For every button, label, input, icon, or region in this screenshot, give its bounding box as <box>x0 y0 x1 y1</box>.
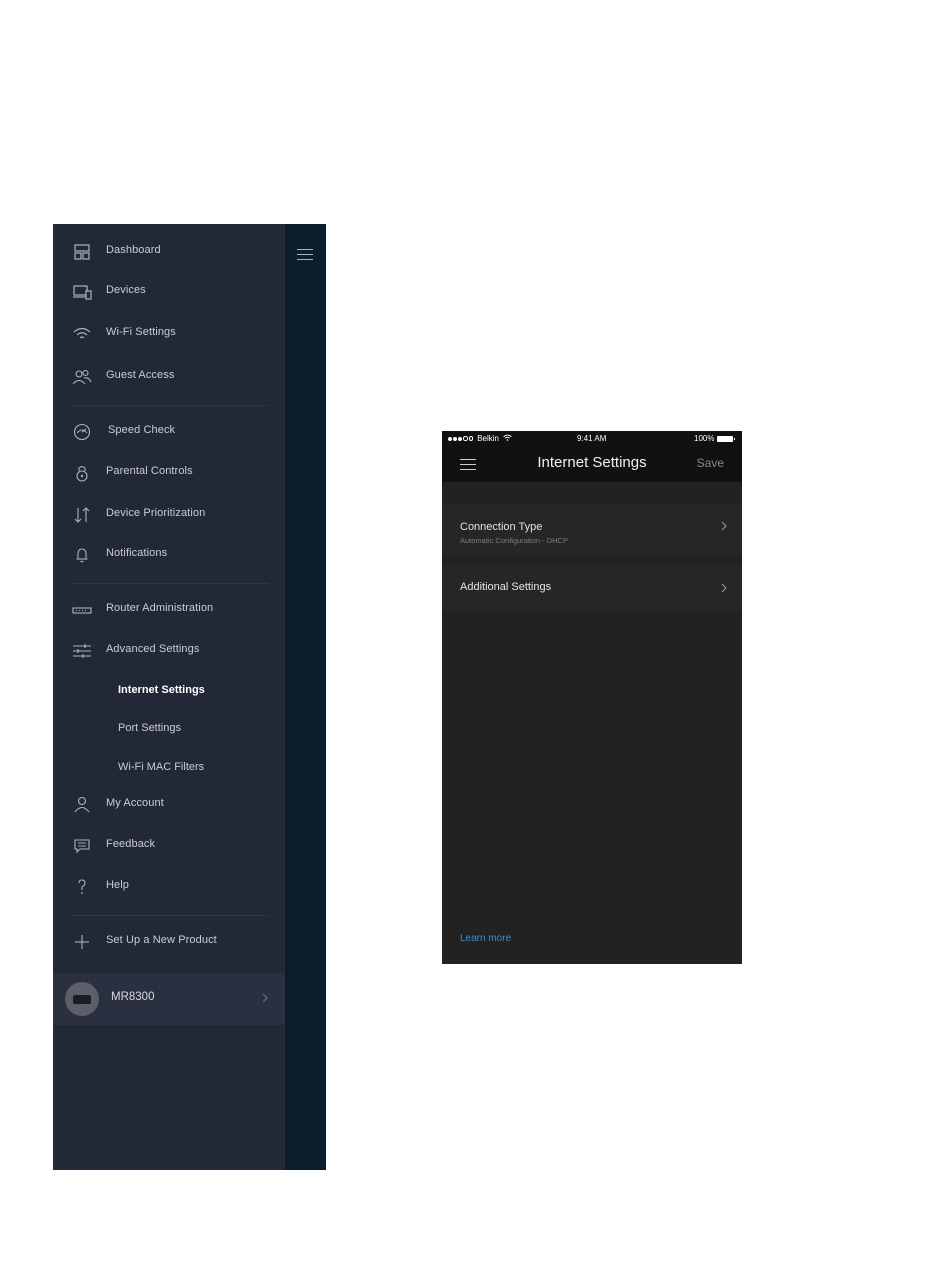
nav-item-parental-controls[interactable]: Parental Controls <box>53 458 285 488</box>
devices-icon <box>71 282 93 302</box>
sliders-icon <box>71 641 93 661</box>
nav-label: Speed Check <box>108 424 176 436</box>
plus-icon <box>71 932 93 952</box>
connection-type-label: Connection Type <box>460 521 543 533</box>
nav-item-router-administration[interactable]: Router Administration <box>53 595 285 625</box>
connection-type-row[interactable]: Connection Type Automatic Configuration … <box>442 505 742 557</box>
nav-item-help[interactable]: Help <box>53 872 285 902</box>
nav-label: Guest Access <box>106 369 175 381</box>
chevron-right-icon <box>721 521 727 531</box>
priority-arrows-icon <box>71 505 93 525</box>
additional-settings-label: Additional Settings <box>460 581 552 593</box>
status-bar: Belkin 9:41 AM 100% <box>442 431 742 447</box>
nav-item-notifications[interactable]: Notifications <box>53 540 285 570</box>
nav-item-device-prioritization[interactable]: Device Prioritization <box>53 500 285 530</box>
chevron-right-icon <box>721 583 727 593</box>
speedometer-icon <box>71 422 93 442</box>
nav-item-set-up-new-product[interactable]: Set Up a New Product <box>53 927 285 957</box>
nav-label: Parental Controls <box>106 465 193 477</box>
nav-label: Advanced Settings <box>106 643 200 655</box>
device-row[interactable]: MR8300 <box>53 973 285 1025</box>
nav-label: Feedback <box>106 838 156 850</box>
sub-item-wifi-mac-filters[interactable]: Wi-Fi MAC Filters <box>118 757 278 777</box>
sub-item-port-settings[interactable]: Port Settings <box>118 718 278 738</box>
bell-icon <box>71 545 93 565</box>
nav-divider <box>71 915 269 916</box>
nav-label: Wi-Fi Settings <box>106 326 176 338</box>
nav-label: Devices <box>106 284 146 296</box>
nav-item-dashboard[interactable]: Dashboard <box>53 237 285 267</box>
signal-strength-icon <box>448 434 474 443</box>
additional-settings-row[interactable]: Additional Settings <box>442 564 742 612</box>
dashboard-icon <box>71 242 93 262</box>
nav-item-advanced-settings[interactable]: Advanced Settings <box>53 636 285 666</box>
connection-type-value: Automatic Configuration - DHCP <box>460 536 568 545</box>
wifi-icon <box>71 324 93 344</box>
learn-more-link[interactable]: Learn more <box>460 933 511 944</box>
nav-divider <box>71 583 269 584</box>
chat-icon <box>71 836 93 856</box>
save-button[interactable]: Save <box>697 456 724 470</box>
nav-item-speed-check[interactable]: Speed Check <box>53 417 285 447</box>
guest-icon <box>71 367 93 387</box>
nav-item-wifi-settings[interactable]: Wi-Fi Settings <box>53 319 285 349</box>
sub-item-internet-settings[interactable]: Internet Settings <box>118 680 278 700</box>
battery-status: 100% <box>694 434 736 443</box>
chevron-right-icon <box>262 993 268 1003</box>
nav-item-feedback[interactable]: Feedback <box>53 831 285 861</box>
nav-label: Notifications <box>106 547 168 559</box>
question-icon <box>71 877 93 897</box>
person-icon <box>71 795 93 815</box>
nav-item-devices[interactable]: Devices <box>53 277 285 307</box>
carrier-name: Belkin <box>477 434 499 443</box>
nav-label: Dashboard <box>106 244 161 256</box>
router-avatar <box>65 982 99 1016</box>
nav-label: My Account <box>106 797 164 809</box>
battery-percent: 100% <box>694 434 715 443</box>
nav-label: Router Administration <box>106 602 214 614</box>
lock-icon <box>71 463 93 483</box>
device-name: MR8300 <box>111 991 155 1003</box>
top-nav-bar: Internet Settings Save <box>442 447 742 482</box>
navigation-drawer: Dashboard Devices Wi-Fi Settings Guest A… <box>53 224 285 1170</box>
navigation-drawer-screen: Dashboard Devices Wi-Fi Settings Guest A… <box>53 224 326 1170</box>
collapsed-content-strip[interactable] <box>285 224 326 1170</box>
status-time: 9:41 AM <box>577 434 607 443</box>
wifi-status-icon <box>503 434 512 443</box>
battery-icon <box>717 435 736 442</box>
nav-item-my-account[interactable]: My Account <box>53 790 285 820</box>
hamburger-menu-icon[interactable] <box>297 249 313 260</box>
internet-settings-screen: Belkin 9:41 AM 100% Internet Settings Sa… <box>442 431 742 964</box>
nav-item-guest-access[interactable]: Guest Access <box>53 362 285 392</box>
carrier-signal: Belkin <box>448 434 512 443</box>
nav-divider <box>71 405 269 406</box>
nav-label: Set Up a New Product <box>106 934 217 946</box>
nav-label: Help <box>106 879 130 891</box>
router-icon <box>71 600 93 620</box>
nav-label: Device Prioritization <box>106 507 206 519</box>
